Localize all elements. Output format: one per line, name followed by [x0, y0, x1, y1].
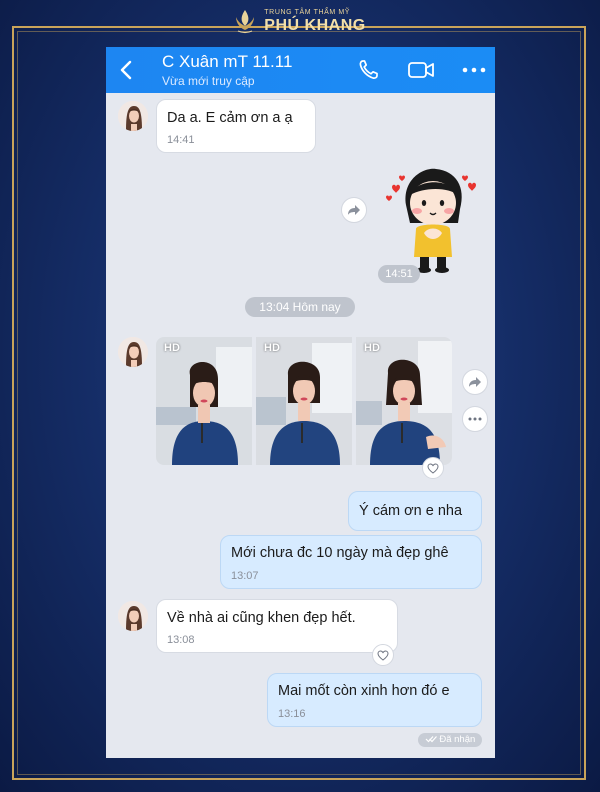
brand-name: PHÚ KHANG — [264, 16, 366, 34]
contact-status: Vừa mới truy cập — [162, 74, 255, 88]
double-check-icon — [425, 736, 437, 743]
heart-outline-icon — [377, 649, 389, 661]
incoming-message-bubble[interactable]: Da a. E cảm ơn a ạ 14:41 — [156, 99, 316, 153]
message-text: Ý cám ơn e nha — [359, 503, 463, 519]
contact-avatar[interactable] — [118, 601, 148, 631]
photo-thumbnail[interactable]: HD — [256, 337, 352, 465]
hd-tag: HD — [164, 342, 180, 354]
message-time: 13:07 — [231, 570, 259, 582]
avatar-portrait-icon — [118, 337, 148, 367]
contact-avatar[interactable] — [118, 101, 148, 131]
hd-tag: HD — [364, 342, 380, 354]
react-heart-button[interactable] — [422, 457, 444, 479]
delivery-status-text: Đã nhận — [439, 734, 476, 745]
forward-button[interactable] — [462, 369, 488, 395]
delivery-status-badge: Đã nhận — [418, 733, 482, 747]
video-call-icon[interactable] — [406, 58, 436, 82]
chat-screen: C Xuân mT 11.11 Vừa mới truy cập Da a. E… — [106, 47, 495, 758]
react-heart-button[interactable] — [372, 644, 394, 666]
portrait-photo-icon — [156, 337, 252, 465]
message-text: Về nhà ai cũng khen đẹp hết. — [167, 610, 356, 626]
portrait-photo-icon — [256, 337, 352, 465]
photo-thumbnail[interactable]: HD — [156, 337, 252, 465]
incoming-message-bubble[interactable]: Về nhà ai cũng khen đẹp hết. 13:08 — [156, 599, 398, 653]
more-dots-icon — [468, 417, 482, 421]
message-time: 14:41 — [167, 134, 195, 146]
sticker-time-badge: 14:51 — [378, 265, 420, 283]
outgoing-message-bubble[interactable]: Mới chưa đc 10 ngày mà đẹp ghê 13:07 — [220, 535, 482, 589]
avatar-portrait-icon — [118, 601, 148, 631]
date-separator: 13:04 Hôm nay — [245, 297, 355, 317]
forward-button[interactable] — [341, 197, 367, 223]
forward-arrow-icon — [348, 205, 360, 215]
portrait-photo-icon — [356, 337, 452, 465]
brand-subtitle: TRUNG TÂM THẨM MỸ — [264, 8, 351, 16]
photo-thumbnail[interactable]: HD — [356, 337, 452, 465]
message-text: Mai mốt còn xinh hơn đó e — [278, 683, 450, 699]
brand-header: TRUNG TÂM THẨM MỸ PHÚ KHANG — [0, 0, 600, 42]
outgoing-message-bubble[interactable]: Mai mốt còn xinh hơn đó e 13:16 — [267, 673, 482, 727]
more-options-button[interactable] — [462, 406, 488, 432]
avatar-portrait-icon — [118, 101, 148, 131]
forward-arrow-icon — [469, 377, 481, 387]
message-text: Da a. E cảm ơn a ạ — [167, 110, 293, 126]
heart-outline-icon — [427, 462, 439, 474]
contact-name[interactable]: C Xuân mT 11.11 — [162, 52, 292, 72]
girl-sticker-icon[interactable] — [384, 165, 482, 275]
message-time: 13:16 — [278, 708, 306, 720]
outgoing-message-bubble[interactable]: Ý cám ơn e nha — [348, 491, 482, 531]
back-chevron-icon[interactable] — [116, 59, 138, 81]
message-time: 13:08 — [167, 634, 195, 646]
more-options-icon[interactable] — [460, 58, 488, 82]
lotus-logo-icon — [236, 10, 255, 34]
chat-header: C Xuân mT 11.11 Vừa mới truy cập — [106, 47, 495, 93]
hd-tag: HD — [264, 342, 280, 354]
phone-icon[interactable] — [356, 58, 382, 82]
message-text: Mới chưa đc 10 ngày mà đẹp ghê — [231, 545, 449, 561]
contact-avatar[interactable] — [118, 337, 148, 367]
